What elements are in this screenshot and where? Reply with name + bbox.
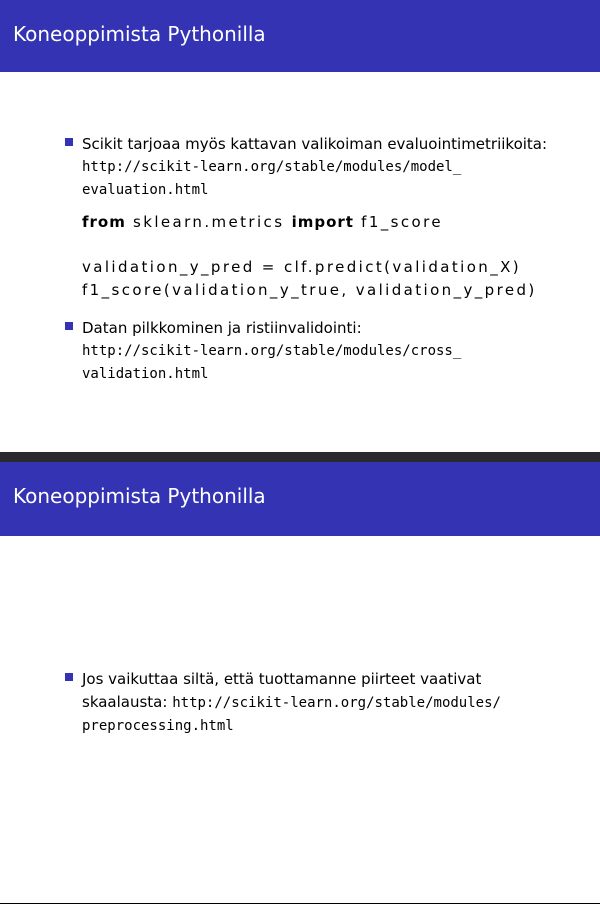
bullet-square-icon	[65, 673, 73, 681]
code-keyword: import	[291, 213, 354, 231]
item-text: Jos vaikuttaa siltä, että tuottamanne pi…	[82, 670, 482, 688]
url-link-line[interactable]: validation.html	[82, 363, 590, 386]
slide-title: Koneoppimista Pythonilla	[13, 22, 266, 46]
url-link-line[interactable]: http://scikit-learn.org/stable/modules/m…	[82, 156, 590, 179]
code-line: validation_y_pred = clf.predict(validati…	[82, 258, 522, 276]
slide-title: Koneoppimista Pythonilla	[13, 484, 266, 508]
bullet-square-icon	[65, 322, 73, 330]
slide-separator	[0, 452, 600, 462]
code-module: sklearn.metrics	[133, 213, 285, 231]
url-link-line[interactable]: preprocessing.html	[82, 715, 590, 738]
slide-1: Koneoppimista Pythonilla Scikit tarjoaa …	[0, 0, 600, 452]
item-text: Scikit tarjoaa myös kattavan valikoiman …	[82, 135, 548, 153]
code-line: f1_score(validation_y_true, validation_y…	[82, 281, 537, 299]
item-text: Datan pilkkominen ja ristiinvalidointi:	[82, 319, 362, 337]
title-bar: Koneoppimista Pythonilla	[0, 462, 600, 536]
code-keyword: from	[82, 213, 126, 231]
bullet-item-cross-validation: Datan pilkkominen ja ristiinvalidointi: …	[65, 317, 590, 386]
code-line-import: from sklearn.metrics import f1_score	[82, 211, 590, 234]
title-bar: Koneoppimista Pythonilla	[0, 0, 600, 72]
bullet-item-scaling: Jos vaikuttaa siltä, että tuottamanne pi…	[65, 668, 590, 738]
code-name: f1_score	[361, 213, 443, 231]
url-link-line[interactable]: http://scikit-learn.org/stable/modules/	[172, 695, 501, 711]
bullet-item-metrics: Scikit tarjoaa myös kattavan valikoiman …	[65, 133, 590, 302]
url-link-line[interactable]: evaluation.html	[82, 179, 590, 202]
item-text: skaalausta:	[82, 693, 168, 711]
url-link-line[interactable]: http://scikit-learn.org/stable/modules/c…	[82, 340, 590, 363]
bullet-square-icon	[65, 138, 73, 146]
slide-2: Koneoppimista Pythonilla Jos vaikuttaa s…	[0, 452, 600, 904]
